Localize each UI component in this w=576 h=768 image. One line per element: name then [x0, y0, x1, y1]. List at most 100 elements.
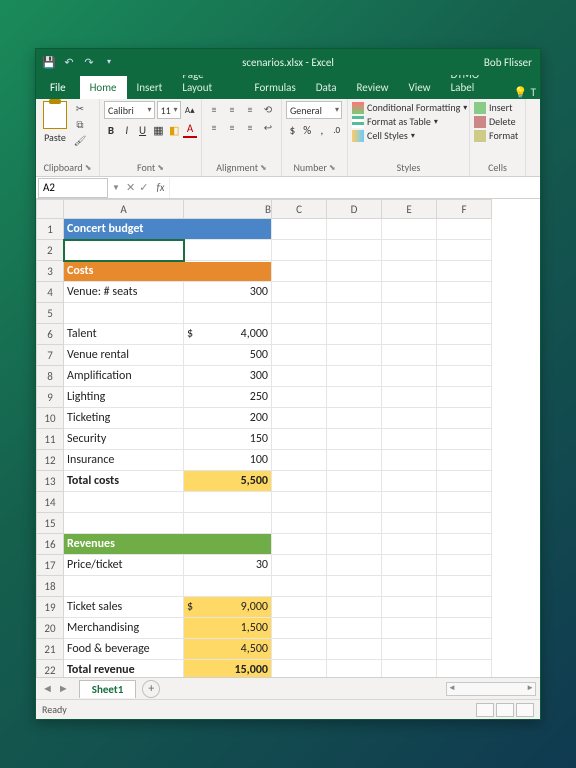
- format-painter-icon[interactable]: 🖌: [73, 133, 87, 147]
- cell-A20[interactable]: Merchandising: [64, 618, 184, 639]
- cell-B7[interactable]: 500: [184, 345, 272, 366]
- cell-A15[interactable]: [64, 513, 184, 534]
- row-header-8[interactable]: 8: [37, 366, 64, 387]
- wrap-text-icon[interactable]: ↩: [260, 119, 276, 135]
- cell-F14[interactable]: [437, 492, 492, 513]
- row-header-1[interactable]: 1: [37, 219, 64, 240]
- cell-F2[interactable]: [437, 240, 492, 261]
- sheet-nav-prev-icon[interactable]: ◄: [42, 682, 53, 695]
- cell-C18[interactable]: [272, 576, 327, 597]
- cell-styles-button[interactable]: Cell Styles▾: [352, 129, 467, 142]
- cell-F11[interactable]: [437, 429, 492, 450]
- row-header-20[interactable]: 20: [37, 618, 64, 639]
- view-page-layout-icon[interactable]: [496, 703, 514, 717]
- cell-B19[interactable]: $9,000: [184, 597, 272, 618]
- cell-D19[interactable]: [327, 597, 382, 618]
- underline-button[interactable]: U: [136, 122, 150, 138]
- cell-C1[interactable]: [272, 219, 327, 240]
- cell-E8[interactable]: [382, 366, 437, 387]
- col-header-C[interactable]: C: [272, 200, 327, 219]
- percent-icon[interactable]: %: [301, 122, 314, 138]
- bold-button[interactable]: B: [104, 122, 118, 138]
- cell-C9[interactable]: [272, 387, 327, 408]
- cut-icon[interactable]: ✂: [73, 101, 87, 115]
- cell-A1[interactable]: Concert budget: [64, 219, 272, 240]
- row-header-2[interactable]: 2: [37, 240, 64, 261]
- cell-F21[interactable]: [437, 639, 492, 660]
- row-header-14[interactable]: 14: [37, 492, 64, 513]
- col-header-B[interactable]: B: [184, 200, 272, 219]
- cell-D11[interactable]: [327, 429, 382, 450]
- cell-E20[interactable]: [382, 618, 437, 639]
- cell-C21[interactable]: [272, 639, 327, 660]
- cell-A11[interactable]: Security: [64, 429, 184, 450]
- font-color-icon[interactable]: A: [183, 122, 197, 138]
- col-header-F[interactable]: F: [437, 200, 492, 219]
- sheet-tab-sheet1[interactable]: Sheet1: [79, 680, 137, 698]
- cell-E22[interactable]: [382, 660, 437, 678]
- cell-E16[interactable]: [382, 534, 437, 555]
- col-header-D[interactable]: D: [327, 200, 382, 219]
- clipboard-launcher-icon[interactable]: ⬊: [85, 163, 92, 173]
- cell-E2[interactable]: [382, 240, 437, 261]
- cell-E11[interactable]: [382, 429, 437, 450]
- row-header-18[interactable]: 18: [37, 576, 64, 597]
- cell-A9[interactable]: Lighting: [64, 387, 184, 408]
- cell-B4[interactable]: 300: [184, 282, 272, 303]
- cell-C19[interactable]: [272, 597, 327, 618]
- cell-B2[interactable]: [184, 240, 272, 261]
- row-header-7[interactable]: 7: [37, 345, 64, 366]
- cell-B22[interactable]: 15,000: [184, 660, 272, 678]
- cell-B12[interactable]: 100: [184, 450, 272, 471]
- cell-E3[interactable]: [382, 261, 437, 282]
- cell-E9[interactable]: [382, 387, 437, 408]
- format-cells-button[interactable]: Format: [474, 129, 518, 142]
- number-format-combo[interactable]: General: [286, 101, 342, 119]
- copy-icon[interactable]: ⧉: [73, 117, 87, 131]
- cell-E1[interactable]: [382, 219, 437, 240]
- cell-B21[interactable]: 4,500: [184, 639, 272, 660]
- tab-insert[interactable]: Insert: [127, 76, 173, 99]
- tab-home[interactable]: Home: [80, 76, 127, 99]
- cell-F20[interactable]: [437, 618, 492, 639]
- row-header-19[interactable]: 19: [37, 597, 64, 618]
- cell-A14[interactable]: [64, 492, 184, 513]
- horizontal-scrollbar[interactable]: [446, 682, 536, 696]
- cell-A6[interactable]: Talent: [64, 324, 184, 345]
- name-box[interactable]: A2: [38, 178, 108, 198]
- insert-cells-button[interactable]: Insert: [474, 101, 518, 114]
- align-launcher-icon[interactable]: ⬊: [260, 163, 267, 173]
- cell-C3[interactable]: [272, 261, 327, 282]
- accounting-icon[interactable]: $: [286, 122, 299, 138]
- cell-C7[interactable]: [272, 345, 327, 366]
- tell-me[interactable]: 💡T: [514, 86, 540, 99]
- cell-E6[interactable]: [382, 324, 437, 345]
- cell-F8[interactable]: [437, 366, 492, 387]
- cell-F10[interactable]: [437, 408, 492, 429]
- view-page-break-icon[interactable]: [516, 703, 534, 717]
- cell-F18[interactable]: [437, 576, 492, 597]
- cancel-formula-icon[interactable]: ✕: [126, 181, 135, 194]
- redo-icon[interactable]: ↷: [82, 55, 96, 69]
- cell-F16[interactable]: [437, 534, 492, 555]
- cell-A3[interactable]: Costs: [64, 261, 272, 282]
- cell-E18[interactable]: [382, 576, 437, 597]
- cell-E13[interactable]: [382, 471, 437, 492]
- align-middle-icon[interactable]: ≡: [224, 101, 240, 117]
- undo-icon[interactable]: ↶: [62, 55, 76, 69]
- tab-view[interactable]: View: [399, 76, 441, 99]
- cell-D9[interactable]: [327, 387, 382, 408]
- number-launcher-icon[interactable]: ⬊: [329, 163, 336, 173]
- tab-formulas[interactable]: Formulas: [245, 76, 306, 99]
- new-sheet-button[interactable]: +: [142, 680, 160, 698]
- tab-data[interactable]: Data: [306, 76, 347, 99]
- cell-C5[interactable]: [272, 303, 327, 324]
- row-header-12[interactable]: 12: [37, 450, 64, 471]
- cell-F19[interactable]: [437, 597, 492, 618]
- cell-A8[interactable]: Amplification: [64, 366, 184, 387]
- cell-B10[interactable]: 200: [184, 408, 272, 429]
- cell-A2[interactable]: [64, 240, 184, 261]
- cell-C2[interactable]: [272, 240, 327, 261]
- cell-C11[interactable]: [272, 429, 327, 450]
- format-as-table-button[interactable]: Format as Table▾: [352, 115, 467, 128]
